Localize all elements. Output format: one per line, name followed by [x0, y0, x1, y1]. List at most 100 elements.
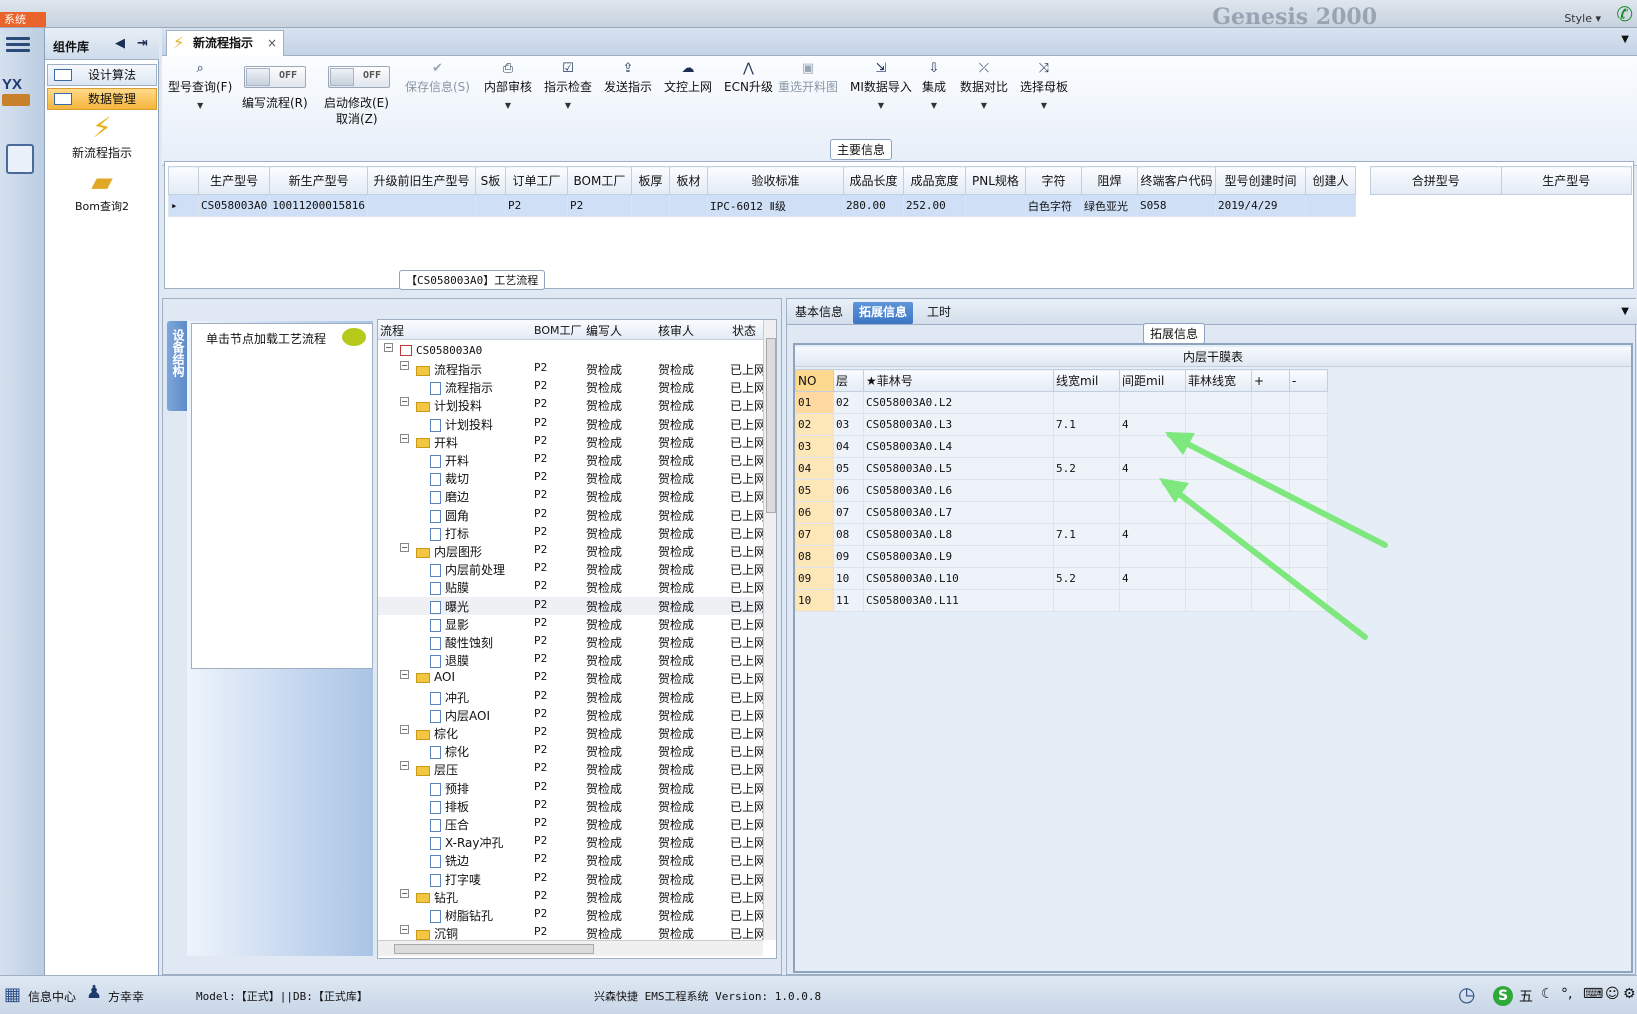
scroll-thumb[interactable]	[766, 338, 776, 513]
table-row[interactable]: 08 09 CS058003A0.L9	[795, 545, 1328, 568]
chevron-down-icon[interactable]: ▼	[1020, 101, 1068, 110]
table-cell[interactable]: 08	[795, 545, 834, 568]
tree-step-row[interactable]: 计划投料 P2 贺检成 贺检成 已上网	[378, 415, 766, 433]
collapse-left-icon[interactable]: ◀	[115, 36, 125, 51]
pin-icon[interactable]: ⇥	[137, 36, 148, 51]
column-header[interactable]: 间距mil	[1119, 369, 1186, 392]
tree-step-row[interactable]: 圆角 P2 贺检成 贺检成 已上网	[378, 506, 766, 524]
tree-step-row[interactable]: 树脂钻孔 P2 贺检成 贺检成 已上网	[378, 906, 766, 924]
table-cell[interactable]	[964, 194, 1026, 217]
internal-review-button[interactable]: ⎙ 内部审核 ▼	[484, 60, 532, 110]
component-item-design-algorithm[interactable]: 设计算法	[47, 64, 157, 86]
table-cell[interactable]	[1289, 523, 1328, 546]
ecn-upgrade-button[interactable]: ⋀ ECN升级	[724, 60, 773, 95]
table-cell[interactable]: CS058003A0.L7	[863, 501, 1054, 524]
table-cell[interactable]	[1289, 457, 1328, 480]
tab-work-hours[interactable]: 工时	[921, 302, 957, 324]
table-cell[interactable]: 07	[795, 523, 834, 546]
table-cell[interactable]: 03	[833, 413, 864, 436]
column-header[interactable]: 线宽mil	[1053, 369, 1120, 392]
column-header[interactable]: 生产型号	[1500, 166, 1632, 195]
column-header[interactable]: NO	[795, 369, 834, 392]
table-cell[interactable]: S058	[1136, 194, 1216, 217]
column-header[interactable]: ★菲林号	[863, 369, 1054, 392]
table-cell[interactable]: CS058003A0.L8	[863, 523, 1054, 546]
phone-icon[interactable]: ✆	[1616, 2, 1633, 26]
tree-folder-row[interactable]: − 流程指示 P2 贺检成 贺检成 已上网	[378, 360, 766, 378]
table-cell[interactable]	[1304, 194, 1356, 217]
table-cell[interactable]: 07	[833, 501, 864, 524]
sogou-ime-icon[interactable]: S	[1493, 986, 1513, 1006]
collapse-icon[interactable]: −	[400, 361, 409, 370]
column-header[interactable]: 板厚	[630, 166, 670, 195]
column-header[interactable]: 阻焊	[1080, 166, 1138, 195]
info-center-link[interactable]: 信息中心	[28, 988, 76, 1005]
table-cell[interactable]: 03	[795, 435, 834, 458]
table-cell[interactable]	[1119, 391, 1186, 414]
column-header[interactable]: -	[1289, 369, 1328, 392]
tree-folder-row[interactable]: − 层压 P2 贺检成 贺检成 已上网	[378, 760, 766, 778]
table-cell[interactable]: 06	[795, 501, 834, 524]
chevron-down-icon[interactable]: ▼	[544, 101, 592, 110]
table-cell[interactable]: 4	[1119, 523, 1186, 546]
table-cell[interactable]: 10011200015816	[269, 194, 368, 217]
table-cell[interactable]	[630, 194, 670, 217]
tree-step-row[interactable]: 冲孔 P2 贺检成 贺检成 已上网	[378, 688, 766, 706]
component-item-data-management[interactable]: 数据管理	[47, 88, 157, 110]
table-row[interactable]: 09 10 CS058003A0.L10 5.2 4	[795, 567, 1328, 590]
table-cell[interactable]	[1251, 589, 1290, 612]
select-master-board-button[interactable]: ⤨ 选择母板 ▼	[1020, 60, 1068, 110]
horizontal-scrollbar[interactable]	[378, 940, 763, 956]
grid-icon[interactable]: ▦	[4, 984, 21, 1005]
tree-step-row[interactable]: 内层AOI P2 贺检成 贺检成 已上网	[378, 706, 766, 724]
column-header[interactable]: 订单工厂	[504, 166, 568, 195]
column-header[interactable]: 生产型号	[197, 166, 271, 195]
hamburger-menu-icon[interactable]	[6, 34, 30, 56]
collapse-icon[interactable]: −	[400, 888, 409, 898]
table-cell[interactable]: 02	[795, 413, 834, 436]
table-cell[interactable]	[1185, 501, 1252, 524]
table-cell[interactable]: 11	[833, 589, 864, 612]
table-cell[interactable]: CS058003A0.L11	[863, 589, 1054, 612]
person-icon[interactable]: ☺	[1605, 986, 1620, 1002]
table-cell[interactable]	[1185, 523, 1252, 546]
column-header[interactable]: 流程	[380, 322, 404, 339]
column-header[interactable]: 板材	[668, 166, 708, 195]
tree-folder-row[interactable]: − AOI P2 贺检成 贺检成 已上网	[378, 669, 766, 687]
tab-basic-info[interactable]: 基本信息	[789, 302, 849, 324]
table-cell[interactable]	[1251, 501, 1290, 524]
vertical-scrollbar[interactable]	[763, 320, 776, 940]
table-cell[interactable]: 2019/4/29	[1214, 194, 1306, 217]
doc-control-online-button[interactable]: ☁ 文控上网	[664, 60, 712, 95]
table-cell[interactable]: 4	[1119, 413, 1186, 436]
table-cell[interactable]: 10	[833, 567, 864, 590]
table-row[interactable]: 06 07 CS058003A0.L7	[795, 501, 1328, 524]
tree-step-row[interactable]: 磨边 P2 贺检成 贺检成 已上网	[378, 487, 766, 505]
table-cell[interactable]: IPC-6012 Ⅱ级	[706, 194, 844, 217]
table-cell[interactable]	[366, 194, 476, 217]
table-cell[interactable]: CS058003A0.L2	[863, 391, 1054, 414]
tree-step-row[interactable]: 开料 P2 贺检成 贺检成 已上网	[378, 451, 766, 469]
table-cell[interactable]	[1251, 457, 1290, 480]
tree-step-row[interactable]: 排板 P2 贺检成 贺检成 已上网	[378, 797, 766, 815]
column-header[interactable]: BOM工厂	[534, 322, 582, 338]
table-cell[interactable]	[1119, 479, 1186, 502]
bom-query-shortcut[interactable]: ▰ Bom查询2	[57, 166, 147, 214]
tree-step-row[interactable]: 打标 P2 贺检成 贺检成 已上网	[378, 524, 766, 542]
table-cell[interactable]: 09	[833, 545, 864, 568]
start-modify-toggle[interactable]: OFF	[328, 66, 390, 88]
tree-step-row[interactable]: 铣边 P2 贺检成 贺检成 已上网	[378, 851, 766, 869]
column-header[interactable]: 终端客户代码	[1136, 166, 1216, 195]
table-row[interactable]: 04 05 CS058003A0.L5 5.2 4	[795, 457, 1328, 480]
tree-step-row[interactable]: 显影 P2 贺检成 贺检成 已上网	[378, 615, 766, 633]
table-cell[interactable]: CS058003A0.L6	[863, 479, 1054, 502]
table-cell[interactable]: 绿色亚光	[1080, 194, 1138, 217]
table-cell[interactable]	[1289, 391, 1328, 414]
column-header[interactable]: 创建人	[1304, 166, 1356, 195]
column-header[interactable]: 合拼型号	[1370, 166, 1502, 195]
table-cell[interactable]	[1251, 413, 1290, 436]
tab-new-process[interactable]: ⚡ 新流程指示 ×	[166, 30, 284, 56]
collapse-icon[interactable]: −	[400, 761, 409, 771]
moon-icon[interactable]: ☾	[1541, 986, 1554, 1002]
ime-tray[interactable]: S 五 ☾ °, ⌨ ☺ ⚙	[1487, 984, 1637, 1008]
